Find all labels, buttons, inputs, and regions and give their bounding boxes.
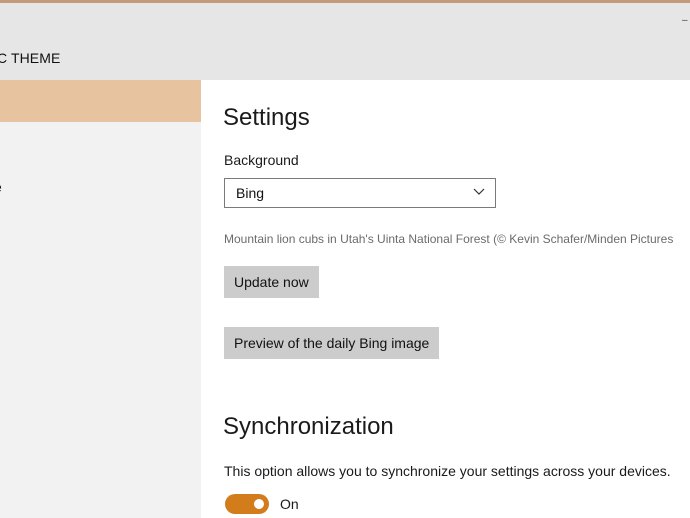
chevron-down-icon: [473, 188, 485, 195]
sidebar-item[interactable]: e: [0, 168, 201, 208]
toggle-knob: [254, 499, 264, 509]
background-select-value: Bing: [236, 185, 265, 201]
app-title: C THEME: [0, 50, 61, 66]
sidebar-item-selected[interactable]: [0, 80, 201, 122]
preview-bing-image-button[interactable]: Preview of the daily Bing image: [224, 327, 440, 359]
sync-toggle-state: On: [280, 496, 299, 512]
update-now-button[interactable]: Update now: [224, 266, 319, 298]
background-select[interactable]: Bing: [224, 178, 496, 208]
background-label: Background: [224, 152, 299, 168]
settings-panel: Settings Background Bing Mountain lion c…: [201, 80, 690, 518]
sidebar-item-label: e: [0, 179, 2, 195]
minimize-icon[interactable]: –: [682, 15, 690, 27]
sync-toggle[interactable]: [225, 494, 269, 514]
title-bar: C THEME –: [0, 3, 690, 80]
settings-title: Settings: [223, 104, 310, 131]
synchronization-description: This option allows you to synchronize yo…: [224, 463, 671, 479]
background-caption: Mountain lion cubs in Utah's Uinta Natio…: [224, 232, 674, 246]
sidebar: e: [0, 80, 201, 518]
synchronization-title: Synchronization: [223, 413, 394, 440]
